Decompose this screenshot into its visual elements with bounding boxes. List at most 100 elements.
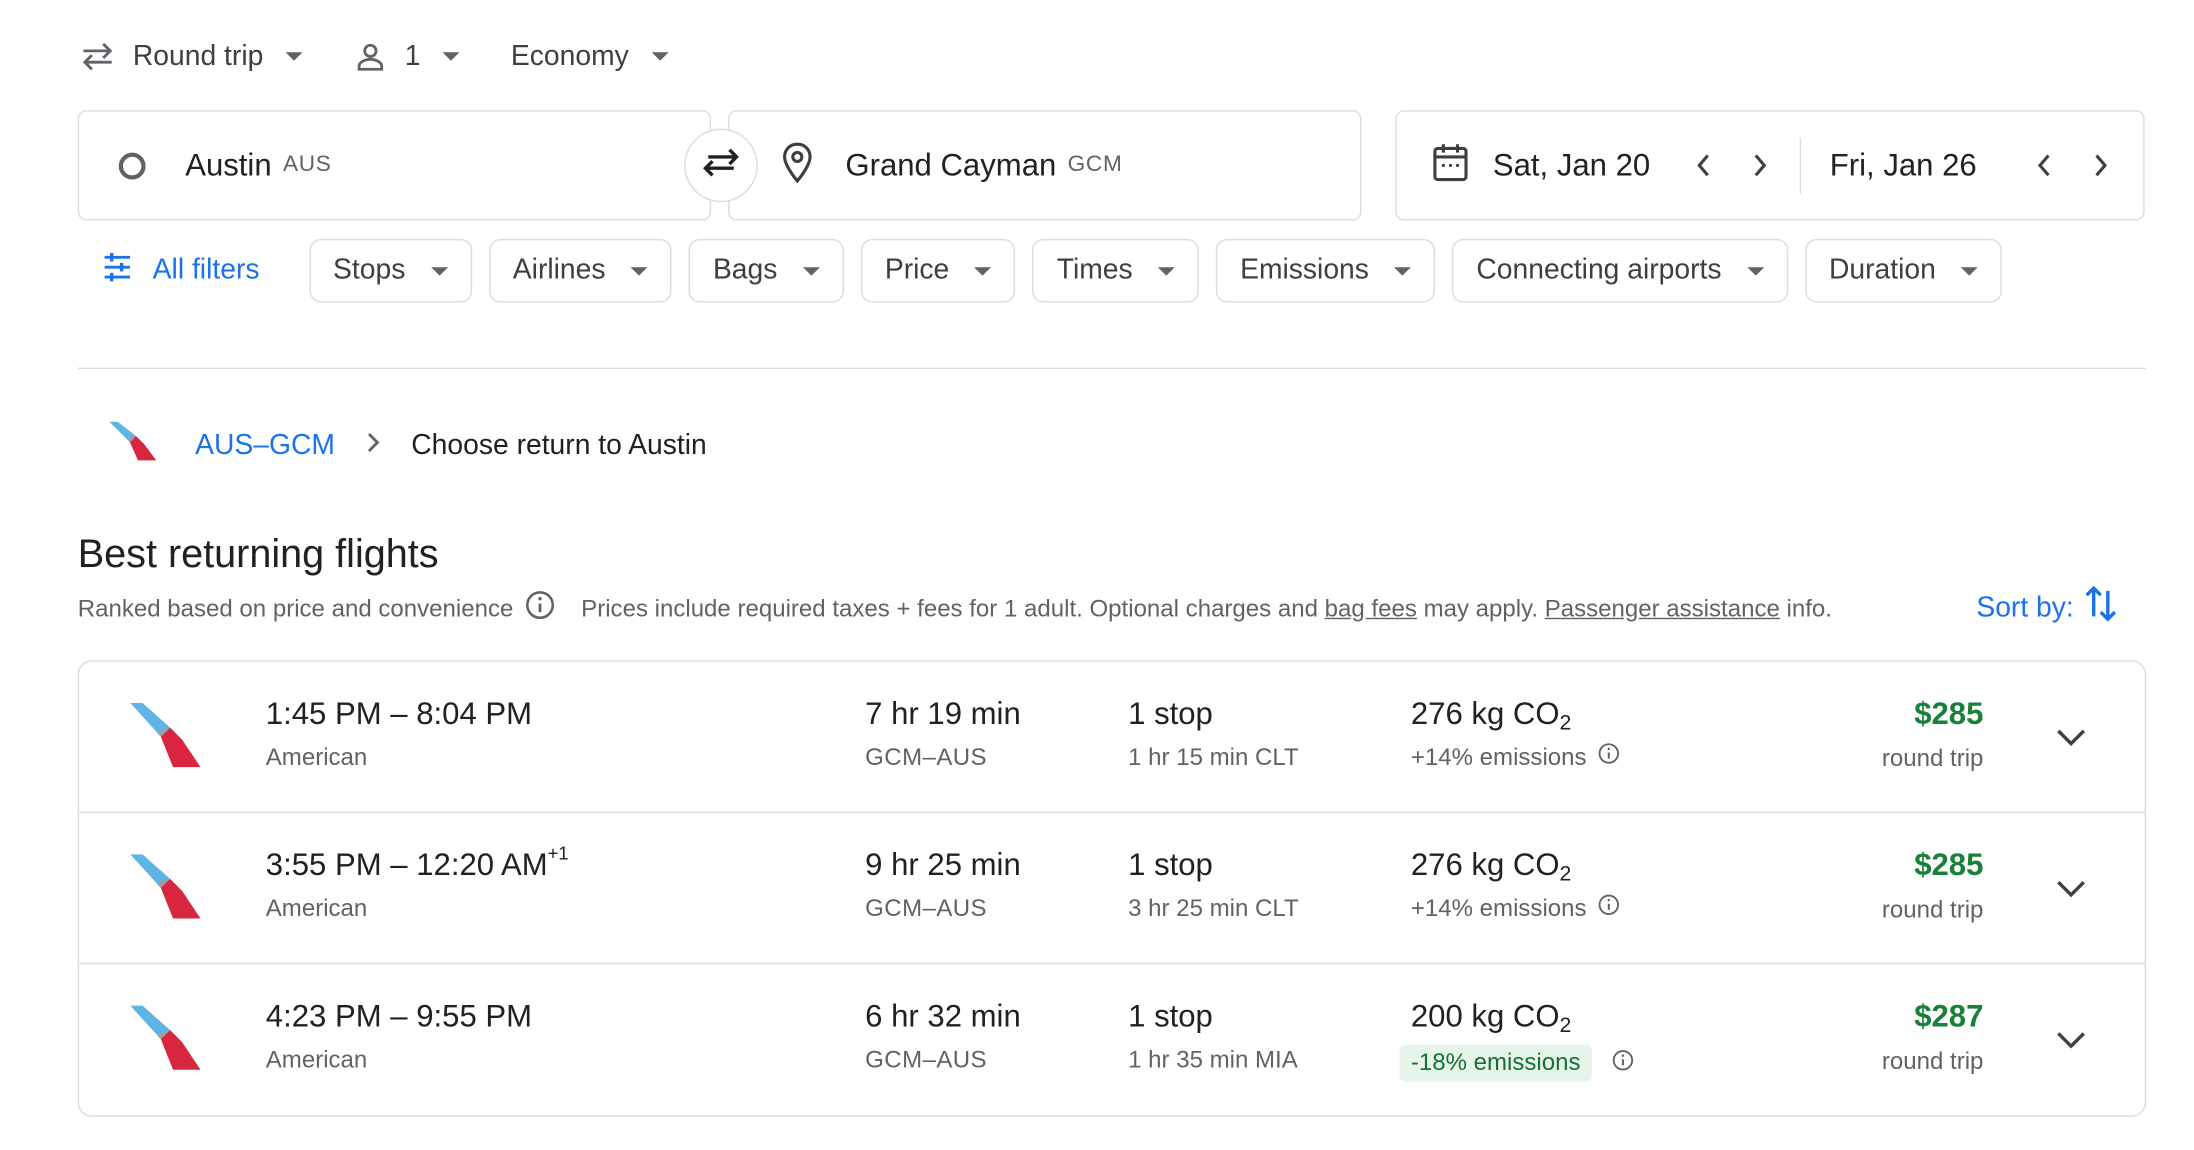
- passenger-assistance-link[interactable]: Passenger assistance: [1545, 594, 1780, 622]
- flight-route: GCM–AUS: [865, 894, 988, 922]
- filter-bar: All filters Stops Airlines Bags Price Ti…: [79, 238, 2019, 303]
- price-type: round trip: [1881, 1047, 1984, 1075]
- arrive-time: 8:04 PM: [416, 695, 533, 731]
- filter-chip-label: Duration: [1828, 254, 1936, 286]
- american-airlines-logo-icon: [107, 416, 158, 475]
- all-filters-button[interactable]: All filters: [102, 251, 260, 291]
- emissions-delta: -18% emissions: [1399, 1044, 1635, 1082]
- layover-info: 3 hr 25 min CLT: [1128, 894, 1299, 922]
- flight-duration: 7 hr 19 min: [865, 695, 1021, 731]
- ranking-text: Ranked based on price and convenience: [77, 594, 514, 622]
- origin-input[interactable]: Austin AUS: [77, 110, 712, 221]
- emissions-text: +14% emissions: [1410, 894, 1587, 922]
- depart-prev-day-button[interactable]: [1679, 140, 1730, 191]
- flight-duration: 6 hr 32 min: [865, 998, 1021, 1034]
- flight-price: $285: [1914, 695, 1984, 731]
- info-icon[interactable]: [1598, 742, 1621, 772]
- swap-locations-button[interactable]: [684, 128, 758, 203]
- filter-chip-price[interactable]: Price: [860, 238, 1016, 303]
- expand-chevron-button[interactable]: [2046, 864, 2097, 915]
- all-filters-label: All filters: [152, 254, 260, 286]
- depart-next-day-button[interactable]: [1735, 140, 1786, 191]
- arrive-time: 9:55 PM: [416, 998, 533, 1034]
- cabin-class-label: Economy: [510, 40, 629, 72]
- co2-value: 276 kg CO: [1410, 695, 1560, 731]
- trip-type-select[interactable]: Round trip: [79, 31, 303, 82]
- filter-chip-label: Stops: [333, 254, 406, 286]
- caret-down-icon: [1747, 266, 1764, 275]
- breadcrumb: AUS–GCM Choose return to Austin: [107, 416, 707, 475]
- return-date-field[interactable]: Fri, Jan 26: [1830, 112, 2127, 219]
- date-range-picker[interactable]: Sat, Jan 20 Fri, Jan 26: [1395, 110, 2145, 221]
- breadcrumb-outbound-link[interactable]: AUS–GCM: [195, 429, 335, 462]
- emissions-text: +14% emissions: [1410, 742, 1587, 770]
- filter-chip-duration[interactable]: Duration: [1804, 238, 2003, 303]
- passengers-select[interactable]: 1: [354, 31, 461, 82]
- return-prev-day-button[interactable]: [2019, 140, 2070, 191]
- date-divider: [1800, 137, 1802, 194]
- trip-type-label: Round trip: [132, 40, 264, 72]
- flight-row[interactable]: 4:23 PM – 9:55 PM American 6 hr 32 min G…: [79, 964, 2144, 1115]
- flight-price: $285: [1914, 846, 1984, 883]
- sort-by-label: Sort by:: [1976, 591, 2074, 623]
- depart-time: 3:55 PM: [265, 846, 382, 883]
- info-icon[interactable]: [1598, 893, 1621, 923]
- trip-options-bar: Round trip 1 Economy: [79, 31, 719, 82]
- time-dash: –: [390, 695, 408, 731]
- filter-chip-label: Bags: [712, 254, 778, 286]
- filter-chip-bags[interactable]: Bags: [688, 238, 844, 303]
- calendar-icon: [1431, 141, 1471, 190]
- filter-chip-airlines[interactable]: Airlines: [488, 238, 672, 303]
- filter-chip-label: Price: [884, 254, 950, 286]
- destination-input[interactable]: Grand Cayman GCM: [728, 110, 1362, 221]
- chevron-right-icon: [366, 429, 380, 462]
- filter-chip-emissions[interactable]: Emissions: [1216, 238, 1436, 303]
- sort-arrows-icon: [2074, 582, 2119, 633]
- filter-chip-label: Times: [1056, 254, 1133, 286]
- flight-duration: 9 hr 25 min: [865, 846, 1021, 883]
- swap-icon: [700, 145, 742, 186]
- filter-chip-connecting-airports[interactable]: Connecting airports: [1452, 238, 1788, 303]
- info-icon[interactable]: [1612, 1048, 1635, 1078]
- flight-row[interactable]: 1:45 PM – 8:04 PM American 7 hr 19 min G…: [79, 662, 2145, 813]
- swap-arrows-icon: [79, 41, 116, 72]
- time-dash: –: [390, 998, 408, 1034]
- expand-chevron-button[interactable]: [2046, 1015, 2097, 1066]
- caret-down-icon: [1961, 266, 1979, 275]
- depart-date: Sat, Jan 20: [1492, 147, 1651, 183]
- caret-down-icon: [974, 266, 992, 275]
- caret-down-icon: [651, 52, 669, 61]
- co2-amount: 276 kg CO2: [1411, 696, 1571, 736]
- chevron-down-icon: [2057, 880, 2085, 898]
- co2-amount: 200 kg CO2: [1411, 998, 1571, 1038]
- flight-times: 3:55 PM – 12:20 AM+1: [265, 843, 569, 884]
- section-divider: [77, 367, 2146, 369]
- flight-times: 1:45 PM – 8:04 PM: [266, 696, 532, 733]
- filter-chip-stops[interactable]: Stops: [309, 238, 472, 303]
- depart-date-field[interactable]: Sat, Jan 20: [1431, 112, 1786, 219]
- price-type: round trip: [1881, 745, 1984, 772]
- cabin-class-select[interactable]: Economy: [510, 31, 669, 82]
- price-type: round trip: [1881, 896, 1984, 924]
- sort-by-button[interactable]: Sort by:: [1976, 582, 2119, 633]
- bag-fees-link[interactable]: bag fees: [1325, 594, 1417, 622]
- ranking-info-line: Ranked based on price and convenience Pr…: [78, 590, 1832, 628]
- chevron-down-icon: [2057, 1032, 2085, 1049]
- chevron-down-icon: [2057, 729, 2085, 747]
- section-title: Best returning flights: [77, 531, 439, 576]
- expand-chevron-button[interactable]: [2046, 713, 2097, 764]
- co2-value: 200 kg CO: [1410, 998, 1560, 1034]
- person-icon: [354, 40, 388, 74]
- filter-chip-label: Emissions: [1240, 254, 1369, 286]
- caret-down-icon: [285, 52, 303, 61]
- info-icon[interactable]: [525, 590, 556, 628]
- depart-time: 4:23 PM: [265, 998, 382, 1034]
- filter-chip-times[interactable]: Times: [1032, 238, 1200, 303]
- depart-time: 1:45 PM: [265, 695, 382, 731]
- flight-row[interactable]: 3:55 PM – 12:20 AM+1 American 9 hr 25 mi…: [79, 813, 2145, 965]
- american-airlines-logo-icon: [127, 697, 203, 780]
- filter-chip-label: Airlines: [512, 254, 606, 286]
- return-next-day-button[interactable]: [2076, 140, 2127, 191]
- location-pin-icon: [780, 141, 814, 190]
- stop-count: 1 stop: [1128, 998, 1213, 1034]
